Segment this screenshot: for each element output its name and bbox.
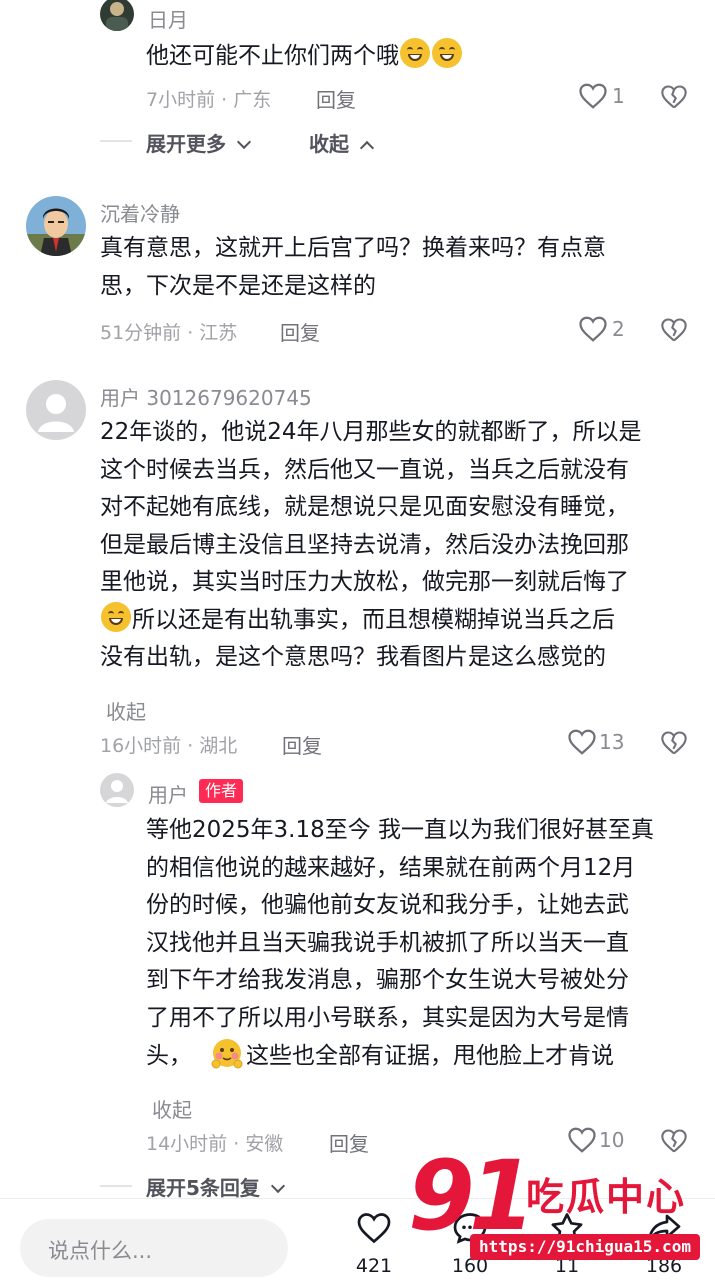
comment-line: 到下午才给我发消息，骗那个女生说大号被处分: [146, 967, 629, 993]
heart-icon: [357, 1213, 391, 1244]
comment-line: 对不起她有底线，就是想说只是见面安慰没有睡觉，: [100, 494, 629, 520]
dislike-button[interactable]: [660, 317, 688, 345]
like-count: 13: [599, 730, 625, 754]
comment-text: 真有意思，这就开上后宫了吗？换着来吗？有点意 思，下次是不是还是这样的: [100, 230, 700, 305]
comment-line: 所以还是有出轨事实，而且想模糊掉说当兵之后: [100, 601, 700, 640]
post-like-count: 421: [355, 1255, 393, 1277]
comment-text: 22年谈的，他说24年八月那些女的就都断了，所以是 这个时候去当兵，然后他又一直…: [100, 414, 700, 677]
comment-input[interactable]: 说点什么...: [20, 1219, 288, 1277]
heart-icon: [579, 316, 607, 342]
comment-line: 但是最后博主没信且坚持去说清，然后没办法挽回那: [100, 531, 629, 558]
comment-text-content: 他还可能不止你们两个哦: [146, 43, 399, 69]
comment-username[interactable]: 用户 3012679620745: [100, 382, 312, 411]
comment-line: 思，下次是不是还是这样的: [100, 272, 376, 299]
comment-line-text: 这些也全部有证据，甩他脸上才肯说: [246, 1043, 614, 1069]
comment-line: 的相信他说的越来越好，结果就在前两个月12月: [146, 854, 636, 881]
avatar[interactable]: [26, 196, 86, 256]
avatar[interactable]: [26, 380, 86, 440]
comment-line: 真有意思，这就开上后宫了吗？换着来吗？有点意: [100, 235, 606, 261]
heart-icon: [568, 729, 596, 755]
comment-line: 这个时候去当兵，然后他又一直说，当兵之后就没有: [100, 456, 629, 483]
comment-meta: 14小时前 · 安徽: [146, 1133, 284, 1155]
comment-meta: 51分钟前 · 江苏: [100, 322, 238, 344]
reply-button[interactable]: 回复: [282, 730, 322, 759]
expand-more-button[interactable]: 展开更多: [146, 128, 252, 157]
comment-line: 22年谈的，他说24年八月那些女的就都断了，所以是: [100, 419, 642, 445]
watermark-logo-text: 吃瓜中心: [526, 1175, 687, 1219]
dislike-button[interactable]: [660, 84, 688, 112]
broken-heart-icon: [661, 85, 687, 109]
dislike-button[interactable]: [660, 730, 688, 758]
chevron-up-icon: [359, 140, 375, 156]
comment-username[interactable]: 沉着冷静: [100, 198, 180, 227]
grin-emoji-icon: [101, 601, 131, 632]
chevron-down-icon: [236, 134, 252, 150]
collapse-button[interactable]: 收起: [309, 128, 375, 157]
divider: [100, 140, 132, 142]
like-button[interactable]: 1: [578, 82, 638, 112]
chevron-down-icon: [270, 1178, 285, 1194]
comment-input-placeholder: 说点什么...: [48, 1239, 153, 1263]
expand-replies-button[interactable]: 展开5条回复: [146, 1172, 285, 1201]
post-like-button[interactable]: 421: [334, 1209, 414, 1279]
like-button[interactable]: 13: [567, 728, 637, 758]
comment-line: 汉找他并且当天骗我说手机被抓了所以当天一直: [146, 929, 629, 956]
comment-line-text: 所以还是有出轨事实，而且想模糊掉说当兵之后: [132, 606, 615, 633]
comment-line: 头， 这些也全部有证据，甩他脸上才肯说: [146, 1037, 706, 1076]
like-count: 1: [612, 84, 625, 108]
broken-heart-icon: [661, 318, 687, 342]
comment-username[interactable]: 日月: [148, 4, 188, 33]
comment-text: 他还可能不止你们两个哦: [146, 38, 463, 76]
collapse-button[interactable]: 收起: [106, 696, 146, 725]
like-count: 2: [612, 317, 625, 341]
avatar[interactable]: [100, 0, 134, 31]
collapse-label: 收起: [309, 132, 349, 156]
heart-icon: [579, 83, 607, 109]
watermark-url: https://91chigua15.com: [470, 1234, 700, 1260]
avatar[interactable]: [100, 773, 134, 807]
comment-meta: 16小时前 · 湖北: [100, 735, 238, 757]
comment-line: 里他说，其实当时压力大放松，做完那一刻就后悔了: [100, 569, 629, 595]
comment-text: 等他2025年3.18至今 我一直以为我们很好甚至真 的相信他说的越来越好，结果…: [146, 812, 706, 1076]
grin-emoji-icon: [432, 38, 462, 68]
reply-button[interactable]: 回复: [316, 84, 356, 113]
comment-line: 份的时候，他骗他前女友说和我分手，让她去武: [146, 892, 629, 918]
expand-more-label: 展开更多: [146, 132, 226, 156]
comment-line: 等他2025年3.18至今 我一直以为我们很好甚至真: [146, 817, 655, 843]
like-button[interactable]: 2: [578, 315, 638, 345]
reply-button[interactable]: 回复: [280, 317, 320, 346]
comment-line: 了用不了所以用小号联系，其实是因为大号是情: [146, 1004, 629, 1031]
comment-meta: 7小时前 · 广东: [146, 89, 272, 111]
broken-heart-icon: [661, 731, 687, 755]
comment-username[interactable]: 用户: [148, 779, 188, 808]
divider: [100, 1185, 132, 1187]
comment-line-text: 头，: [146, 1043, 192, 1069]
grin-emoji-icon: [400, 38, 430, 68]
author-badge: 作者: [199, 779, 244, 803]
comment-line: 没有出轨，是这个意思吗？我看图片是这么感觉的: [100, 644, 606, 670]
collapse-button[interactable]: 收起: [152, 1094, 192, 1123]
shy-emoji-icon: [210, 1037, 244, 1069]
expand-replies-label: 展开5条回复: [146, 1176, 260, 1200]
watermark: 91 吃瓜中心 https://91chigua15.com: [408, 1140, 708, 1263]
reply-button[interactable]: 回复: [329, 1128, 369, 1157]
